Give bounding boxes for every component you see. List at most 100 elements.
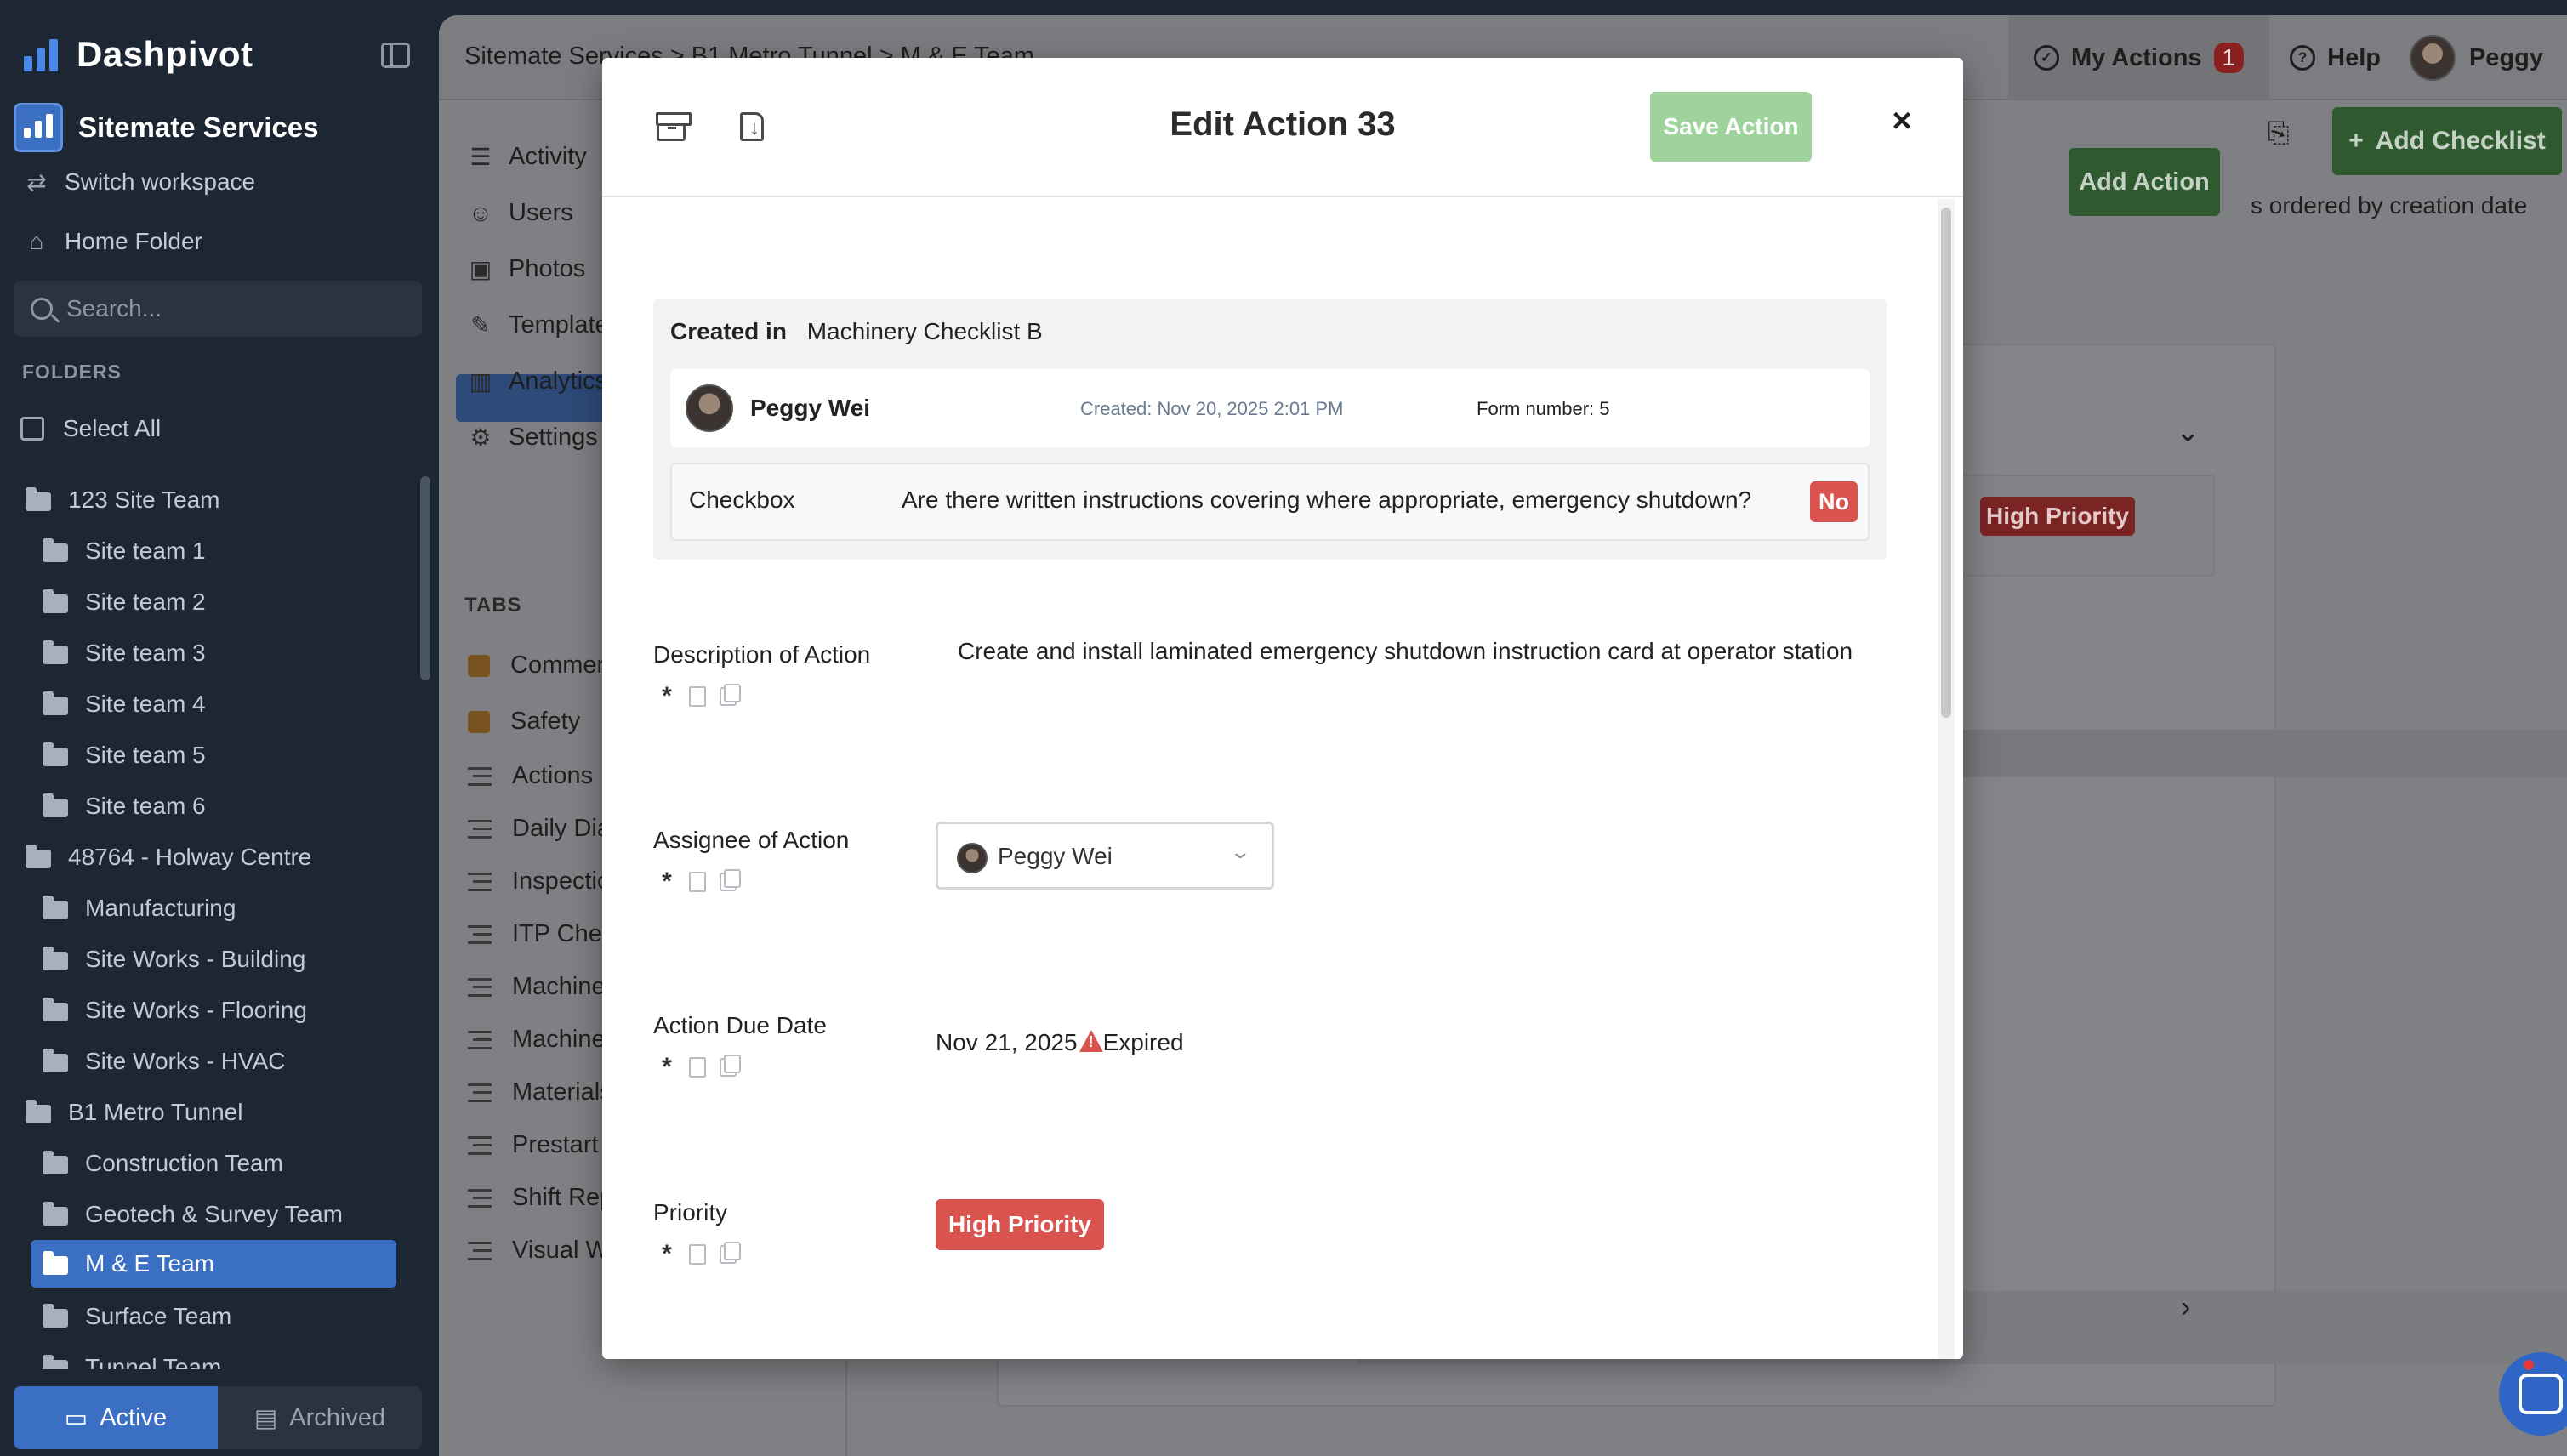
- folder-label: Site team 6: [85, 793, 206, 819]
- dashpivot-logo-icon: [24, 37, 61, 71]
- folder-item[interactable]: Site team 4: [43, 680, 206, 728]
- sidebar-scrollbar[interactable]: [420, 476, 430, 680]
- copy-icon[interactable]: [720, 684, 741, 706]
- my-actions-button[interactable]: ✓ My Actions 1: [2007, 15, 2270, 100]
- folder-label: Site team 5: [85, 742, 206, 768]
- folder-item[interactable]: Construction Team: [43, 1140, 283, 1187]
- template-icon: [468, 1030, 492, 1049]
- nav-templates[interactable]: ✎ Templates: [468, 311, 621, 339]
- brand[interactable]: Dashpivot: [24, 31, 253, 78]
- folder-item[interactable]: Manufacturing: [43, 884, 236, 932]
- folder-item[interactable]: Tunnel Team: [43, 1344, 221, 1369]
- select-all-checkbox[interactable]: Select All: [20, 415, 161, 442]
- nav-label: Photos: [509, 255, 586, 282]
- template-icon: [468, 1241, 492, 1260]
- folder-item[interactable]: Site Works - Building: [43, 936, 305, 983]
- search-icon: [31, 298, 53, 320]
- priority-button[interactable]: High Priority: [936, 1199, 1104, 1250]
- copy-icon[interactable]: [720, 1055, 741, 1077]
- close-icon[interactable]: ×: [1883, 102, 1921, 139]
- required-icon: *: [662, 1053, 672, 1081]
- folder-item[interactable]: 48764 - Holway Centre: [26, 833, 311, 881]
- copy-icon[interactable]: [720, 1242, 741, 1264]
- nav-analytics[interactable]: ▥ Analytics: [468, 367, 607, 395]
- created-in-panel: Created in Machinery Checklist B Peggy W…: [653, 299, 1887, 560]
- attachment-icon[interactable]: [689, 686, 706, 707]
- folder-item[interactable]: Site team 3: [43, 629, 206, 677]
- nav-label: Activity: [509, 143, 587, 170]
- modal-header: Edit Action 33 Save Action ×: [602, 58, 1963, 197]
- modal-body: Created in Machinery Checklist B Peggy W…: [602, 199, 1963, 1359]
- folder-item[interactable]: Site team 2: [43, 578, 206, 626]
- folder-item[interactable]: Geotech & Survey Team: [43, 1191, 343, 1238]
- template-icon: [468, 924, 492, 944]
- archive-icon: ▤: [253, 1404, 278, 1432]
- warning-icon: [1079, 1030, 1103, 1052]
- actions-icon: [468, 1083, 492, 1102]
- folder-item[interactable]: B1 Metro Tunnel: [26, 1089, 242, 1136]
- folder-item[interactable]: Site team 6: [43, 782, 206, 830]
- folder-item[interactable]: Site Works - Flooring: [43, 987, 307, 1034]
- export-icon[interactable]: ⎘: [2268, 117, 2290, 150]
- workspace-selector[interactable]: Sitemate Services: [14, 102, 425, 153]
- save-action-button[interactable]: Save Action: [1650, 92, 1812, 162]
- copy-icon[interactable]: [720, 869, 741, 891]
- collapse-sidebar-icon[interactable]: [381, 43, 410, 68]
- edit-action-modal: Edit Action 33 Save Action × Created in …: [602, 58, 1963, 1359]
- archived-tab[interactable]: ▤ Archived: [218, 1386, 422, 1449]
- nav-activity[interactable]: ☰ Activity: [468, 143, 587, 171]
- folder-icon: [43, 589, 68, 613]
- chevron-right-icon[interactable]: ›: [2181, 1291, 2190, 1324]
- attachment-icon[interactable]: [689, 872, 706, 892]
- folder-icon: [43, 538, 68, 562]
- folder-item[interactable]: Site team 5: [43, 731, 206, 779]
- attachment-icon[interactable]: [689, 1244, 706, 1265]
- attachment-icon[interactable]: [689, 1057, 706, 1078]
- chevron-down-icon[interactable]: ⌄: [2176, 415, 2200, 449]
- assignee-select[interactable]: Peggy Wei ⌄: [936, 822, 1274, 890]
- avatar: [686, 384, 733, 432]
- add-checklist-button[interactable]: + Add Checklist: [2332, 107, 2562, 175]
- tab-item[interactable]: Actions: [468, 762, 593, 790]
- description-value[interactable]: Create and install laminated emergency s…: [958, 638, 1853, 665]
- add-action-button[interactable]: Add Action: [2069, 148, 2220, 216]
- folder-item-active[interactable]: M & E Team: [31, 1240, 396, 1288]
- folder-icon: [43, 640, 68, 664]
- question-type: Checkbox: [689, 486, 795, 513]
- modal-scrollbar[interactable]: [1941, 208, 1951, 718]
- nav-settings[interactable]: ⚙ Settings: [468, 424, 597, 452]
- tab-item[interactable]: Materials: [468, 1078, 612, 1106]
- folder-item[interactable]: Site Works - HVAC: [43, 1038, 285, 1085]
- tab-item[interactable]: Prestart: [468, 1131, 599, 1159]
- folder-item[interactable]: Site team 1: [43, 527, 206, 575]
- user-menu[interactable]: Peggy: [2401, 35, 2567, 81]
- tab-item[interactable]: Visual W: [468, 1237, 609, 1265]
- switch-workspace-link[interactable]: ⇄ Switch workspace: [24, 168, 255, 196]
- sort-note: s ordered by creation date: [2251, 192, 2528, 219]
- help-button[interactable]: ? Help: [2269, 44, 2401, 72]
- nav-users[interactable]: ☺ Users: [468, 199, 573, 227]
- workspace-name: Sitemate Services: [78, 111, 319, 143]
- active-tab[interactable]: ▭ Active: [14, 1386, 218, 1449]
- tab-item[interactable]: Safety: [468, 708, 580, 736]
- nav-label: Users: [509, 199, 573, 226]
- nav-photos[interactable]: ▣ Photos: [468, 255, 586, 283]
- created-in-value[interactable]: Machinery Checklist B: [807, 318, 1043, 344]
- folder-label: Site Works - HVAC: [85, 1048, 286, 1074]
- folder-icon: [26, 487, 51, 511]
- brand-name: Dashpivot: [77, 34, 253, 74]
- plus-icon: +: [2348, 127, 2364, 155]
- bar-chart-icon: ▥: [469, 368, 492, 395]
- home-folder-link[interactable]: ⌂ Home Folder: [24, 228, 202, 255]
- folder-label: 123 Site Team: [68, 486, 220, 513]
- due-date-field[interactable]: Nov 21, 2025 Expired: [936, 1029, 1184, 1056]
- folder-item[interactable]: 123 Site Team: [26, 476, 220, 524]
- template-icon: [468, 1135, 492, 1155]
- tab-label: Visual W: [512, 1237, 609, 1264]
- search-input[interactable]: Search...: [14, 281, 422, 337]
- folder-item[interactable]: Surface Team: [43, 1293, 231, 1340]
- field-icons: *: [658, 867, 741, 896]
- question-text: Are there written instructions covering …: [902, 486, 1752, 513]
- tab-item[interactable]: Inspection: [468, 867, 624, 896]
- folder-label: Tunnel Team: [85, 1354, 222, 1369]
